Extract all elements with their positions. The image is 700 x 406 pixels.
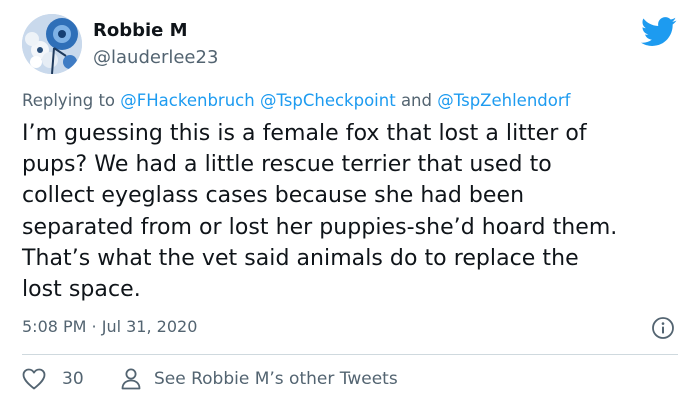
reply-joiner: and	[395, 91, 438, 110]
tweet-timestamp[interactable]: 5:08 PM · Jul 31, 2020	[22, 317, 197, 337]
action-bar: 30 See Robbie M’s other Tweets	[22, 366, 672, 392]
tweet-card: Robbie M @lauderlee23 Replying to @FHack…	[0, 0, 700, 406]
info-icon[interactable]	[651, 316, 675, 340]
avatar[interactable]	[22, 14, 82, 74]
heart-icon[interactable]	[22, 368, 46, 390]
see-other-tweets-link[interactable]: See Robbie M’s other Tweets	[154, 368, 398, 390]
reply-context: Replying to @FHackenbruch @TspCheckpoint…	[22, 90, 570, 112]
user-handle[interactable]: @lauderlee23	[93, 47, 218, 69]
tweet-text-line: pups? We had a little rescue terrier tha…	[22, 152, 552, 178]
like-count[interactable]: 30	[62, 368, 84, 390]
person-icon[interactable]	[120, 367, 142, 391]
display-name[interactable]: Robbie M	[93, 20, 188, 42]
reply-prefix: Replying to	[22, 91, 121, 110]
tweet-text-line: That’s what the vet said animals do to r…	[22, 245, 579, 271]
tweet-text-line: lost space.	[22, 277, 141, 303]
tweet-text-line: collect eyeglass cases because she had b…	[22, 183, 525, 209]
mention-link[interactable]: @FHackenbruch	[120, 91, 254, 110]
mention-link[interactable]: @TspCheckpoint	[260, 91, 396, 110]
divider	[22, 354, 678, 355]
twitter-bird-icon[interactable]	[641, 17, 677, 47]
mention-link[interactable]: @TspZehlendorf	[437, 91, 570, 110]
tweet-text-line: separated from or lost her puppies-she’d…	[22, 214, 618, 240]
tweet-text: I’m guessing this is a female fox that l…	[22, 118, 687, 305]
tweet-text-line: I’m guessing this is a female fox that l…	[22, 121, 587, 146]
